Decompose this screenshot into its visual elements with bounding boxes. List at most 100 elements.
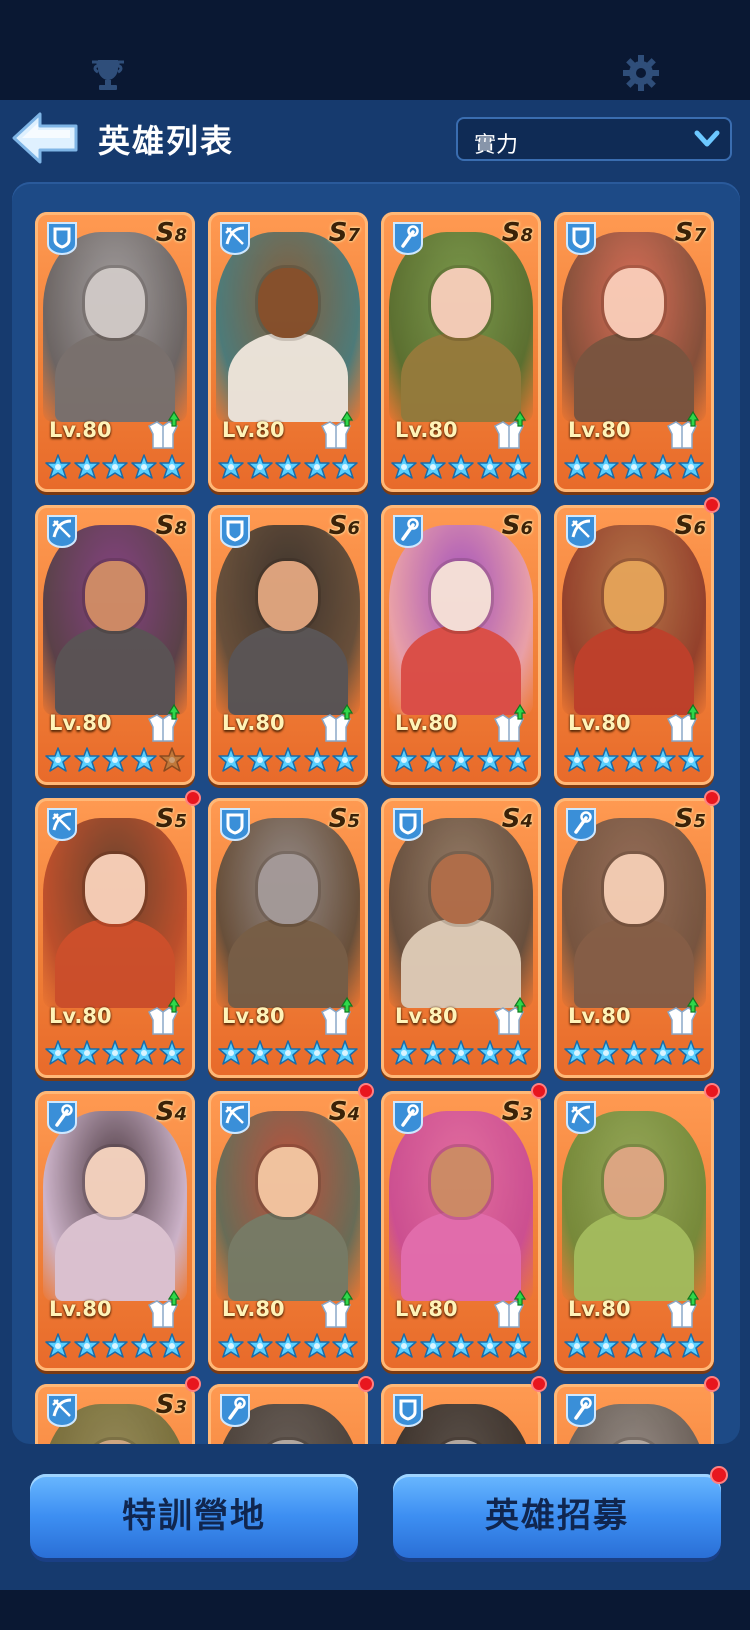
- star-filled-icon: [275, 454, 301, 479]
- hero-card[interactable]: S5 Lv.80: [208, 798, 368, 1078]
- star-filled-icon: [45, 747, 71, 772]
- settings-gear-icon[interactable]: [622, 54, 660, 92]
- tier-letter: S: [501, 511, 521, 541]
- page-title: 英雄列表: [98, 122, 235, 160]
- hero-star-rating: [218, 454, 358, 482]
- tier-letter: S: [328, 1097, 348, 1127]
- hero-portrait: [562, 1111, 706, 1301]
- hero-star-rating: [391, 454, 531, 482]
- hero-card[interactable]: [554, 1376, 720, 1444]
- hero-card[interactable]: S8 Lv.80: [381, 212, 541, 492]
- hero-card[interactable]: S5 Lv.80: [554, 790, 720, 1078]
- hero-portrait-face: [85, 268, 145, 338]
- hero-card[interactable]: S6 Lv.80: [381, 505, 541, 785]
- star-filled-icon: [505, 1333, 531, 1358]
- star-filled-icon: [73, 747, 100, 772]
- tier-letter: S: [155, 1390, 175, 1420]
- tier-number: 6: [520, 518, 533, 539]
- gear-upgrade-icon: [147, 996, 181, 1035]
- notification-dot: [185, 790, 201, 806]
- star-filled-icon: [592, 454, 619, 479]
- shield-class-icon: [220, 515, 250, 549]
- notification-dot: [704, 1083, 720, 1099]
- star-filled-icon: [102, 454, 128, 479]
- hero-card[interactable]: S3 Lv.80: [381, 1083, 547, 1371]
- hero-recruit-button[interactable]: 英雄招募: [393, 1474, 721, 1558]
- staff-class-icon: [393, 1101, 423, 1135]
- hero-card[interactable]: S6 Lv.80: [208, 505, 368, 785]
- star-filled-icon: [45, 454, 71, 479]
- hero-card[interactable]: S7 Lv.80: [208, 212, 368, 492]
- hero-card[interactable]: [381, 1376, 547, 1444]
- staff-class-icon: [393, 222, 423, 256]
- notification-dot: [185, 1376, 201, 1392]
- tier-number: 7: [693, 225, 706, 246]
- hero-card[interactable]: S4 Lv.80: [381, 798, 541, 1078]
- back-arrow-icon[interactable]: [10, 110, 80, 166]
- star-filled-icon: [159, 454, 185, 479]
- tier-number: 4: [347, 1104, 360, 1125]
- bow-class-icon: [566, 515, 596, 549]
- tier-letter: S: [674, 218, 694, 248]
- gear-upgrade-icon: [666, 996, 700, 1035]
- hero-card[interactable]: [208, 1376, 374, 1444]
- star-filled-icon: [649, 454, 676, 479]
- hero-card[interactable]: S4 Lv.80: [208, 1083, 374, 1371]
- hero-card[interactable]: S3: [35, 1376, 201, 1444]
- tier-letter: S: [328, 218, 348, 248]
- star-filled-icon: [649, 1040, 676, 1065]
- hero-level: Lv.80: [49, 1004, 112, 1028]
- hero-portrait: [389, 232, 533, 422]
- training-camp-button[interactable]: 特訓營地: [30, 1474, 358, 1558]
- star-filled-icon: [391, 1040, 417, 1065]
- star-filled-icon: [592, 1040, 619, 1065]
- star-filled-icon: [303, 1333, 330, 1358]
- chevron-down-icon: [694, 130, 720, 147]
- hero-level: Lv.80: [568, 1297, 631, 1321]
- tier-letter: S: [155, 218, 175, 248]
- gear-upgrade-icon: [147, 410, 181, 449]
- hero-portrait-face: [258, 854, 318, 924]
- hero-level: Lv.80: [222, 1297, 285, 1321]
- hero-card[interactable]: S7 Lv.80: [554, 212, 714, 492]
- hero-star-rating: [564, 747, 704, 775]
- star-filled-icon: [159, 1333, 185, 1358]
- hero-level: Lv.80: [395, 418, 458, 442]
- tier-number: 5: [693, 811, 706, 832]
- star-filled-icon: [130, 454, 157, 479]
- hero-card[interactable]: S4 Lv.80: [35, 1091, 195, 1371]
- hero-portrait: [43, 818, 187, 1008]
- hero-star-rating: [45, 747, 185, 775]
- gear-upgrade-icon: [320, 1289, 354, 1328]
- hero-card[interactable]: S5 Lv.80: [35, 790, 201, 1078]
- tier-number: 3: [520, 1104, 533, 1125]
- bottom-strip: [0, 1590, 750, 1630]
- star-filled-icon: [476, 1040, 503, 1065]
- hero-portrait-face: [431, 1147, 491, 1217]
- hero-tier-badge: S4: [329, 1097, 360, 1127]
- hero-card[interactable]: S6 Lv.80: [554, 497, 720, 785]
- hero-tier-badge: S5: [156, 804, 187, 834]
- gear-upgrade-icon: [666, 410, 700, 449]
- star-filled-icon: [332, 1040, 358, 1065]
- star-filled-icon: [621, 1040, 647, 1065]
- star-filled-icon: [130, 1333, 157, 1358]
- hero-card[interactable]: S8 Lv.80: [35, 505, 195, 785]
- star-filled-icon: [476, 747, 503, 772]
- sort-dropdown[interactable]: 實力: [456, 117, 732, 161]
- recruit-notification-dot: [710, 1466, 728, 1484]
- star-filled-icon: [505, 1040, 531, 1065]
- hero-level: Lv.80: [395, 711, 458, 735]
- bow-class-icon: [47, 515, 77, 549]
- hero-level: Lv.80: [395, 1004, 458, 1028]
- hero-card[interactable]: Lv.80: [554, 1083, 720, 1371]
- star-filled-icon: [678, 1333, 704, 1358]
- hero-tier-badge: S4: [502, 804, 533, 834]
- hero-grid-panel[interactable]: S8 Lv.80 S7 Lv.80 S8 Lv.80 S7 Lv.80 S8 Lv.80 S6 Lv.…: [12, 182, 740, 1444]
- hero-card[interactable]: S8 Lv.80: [35, 212, 195, 492]
- star-filled-icon: [218, 747, 244, 772]
- tier-number: 4: [174, 1104, 187, 1125]
- hero-tier-badge: S6: [329, 511, 360, 541]
- tier-number: 7: [347, 225, 360, 246]
- trophy-icon[interactable]: [88, 58, 128, 92]
